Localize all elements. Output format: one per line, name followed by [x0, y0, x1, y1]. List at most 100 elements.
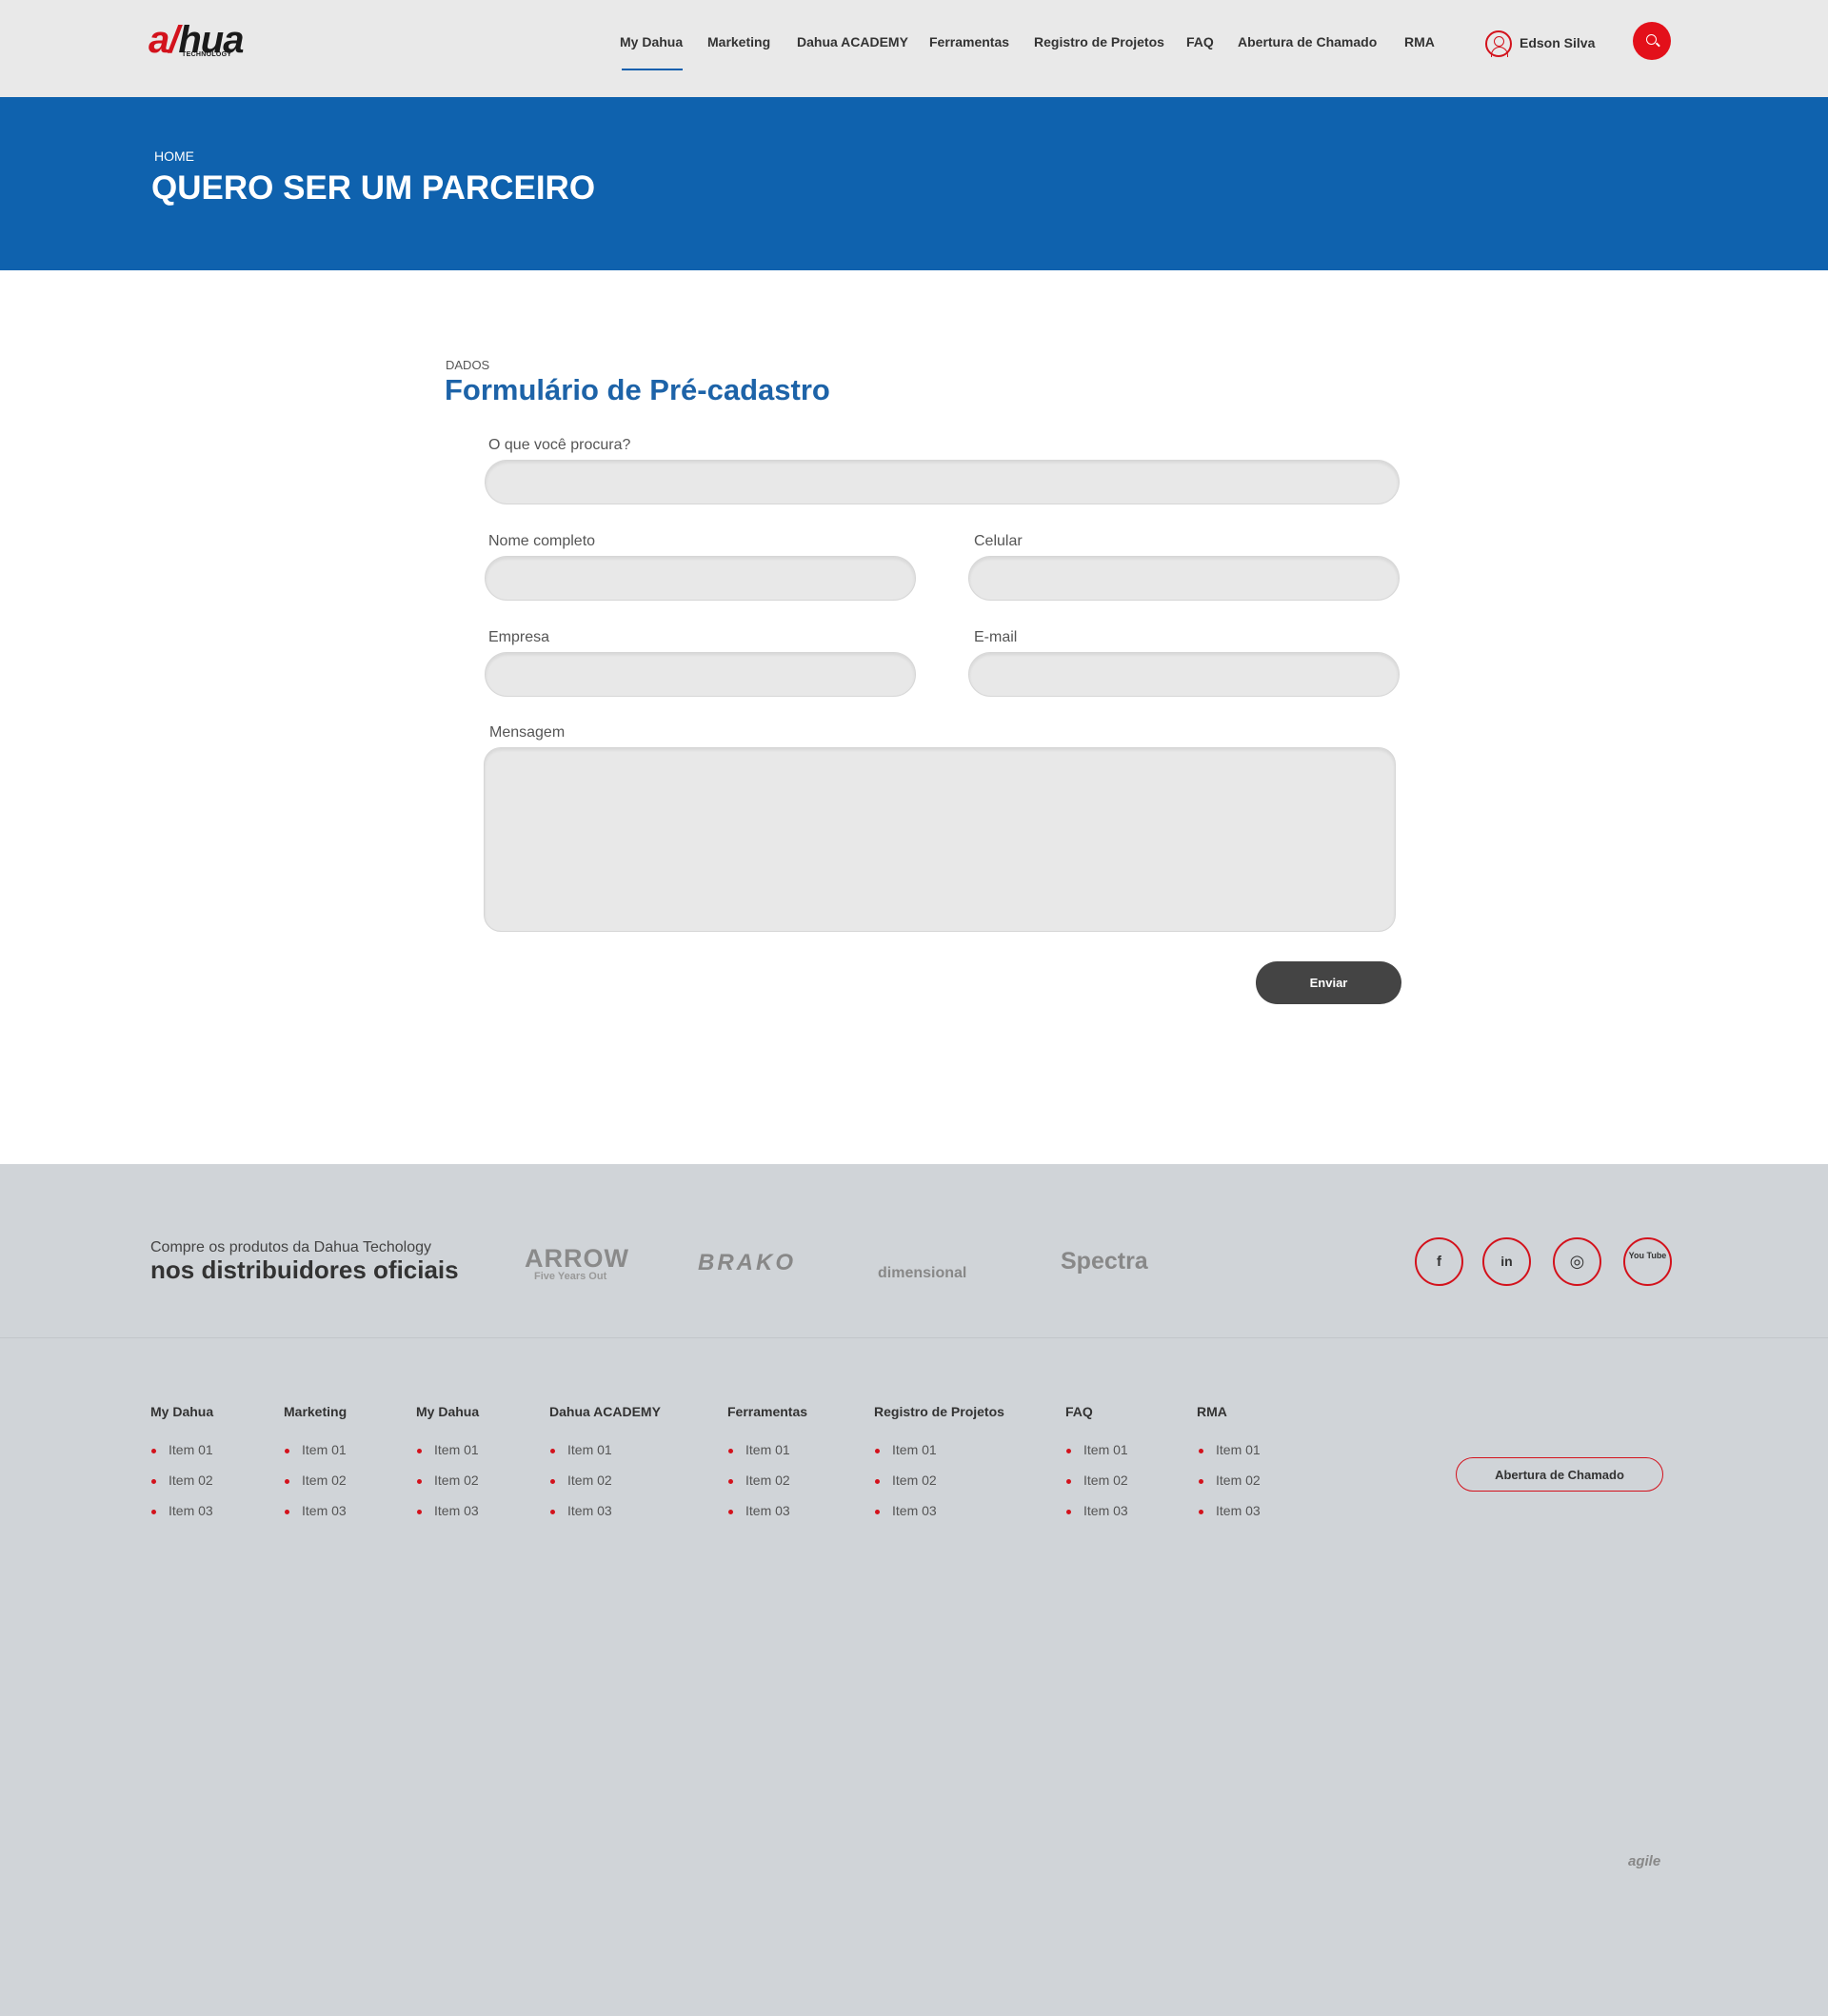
email-field[interactable] — [968, 652, 1400, 697]
bullet — [728, 1449, 733, 1453]
footer-link[interactable]: Item 01 — [745, 1442, 790, 1457]
partner-brako-logo[interactable]: BRAKO — [698, 1250, 796, 1276]
open-ticket-button[interactable]: Abertura de Chamado — [1456, 1457, 1663, 1492]
bullet — [875, 1479, 880, 1484]
bullet — [151, 1479, 156, 1484]
dahua-logo[interactable]: a/hua TECHNOLOGY — [149, 19, 276, 61]
footer-link[interactable]: Item 01 — [1216, 1442, 1261, 1457]
footer-col-title: Dahua ACADEMY — [549, 1404, 661, 1419]
bullet — [728, 1510, 733, 1514]
search-button[interactable] — [1633, 22, 1671, 60]
footer-link[interactable]: Item 01 — [567, 1442, 612, 1457]
email-label: E-mail — [974, 629, 1018, 645]
page-title: QUERO SER UM PARCEIRO — [151, 169, 596, 207]
footer-col-title: Registro de Projetos — [874, 1404, 1004, 1419]
name-field[interactable] — [485, 556, 916, 601]
footer-link[interactable]: Item 02 — [892, 1472, 937, 1488]
footer-link[interactable]: Item 02 — [434, 1472, 479, 1488]
facebook-icon[interactable]: f — [1415, 1237, 1463, 1286]
partner-spectra-logo[interactable]: Spectra — [1061, 1248, 1148, 1275]
footer-link[interactable]: Item 01 — [169, 1442, 213, 1457]
footer-link[interactable]: Item 03 — [567, 1503, 612, 1518]
footer-col-title: FAQ — [1065, 1404, 1093, 1419]
nav-faq[interactable]: FAQ — [1186, 34, 1214, 49]
bullet — [875, 1510, 880, 1514]
form-title: Formulário de Pré-cadastro — [445, 373, 830, 406]
bullet — [151, 1510, 156, 1514]
distributors-tagline: Compre os produtos da Dahua Techology — [150, 1239, 431, 1255]
footer-link[interactable]: Item 02 — [745, 1472, 790, 1488]
bullet — [1199, 1449, 1203, 1453]
company-label: Empresa — [488, 629, 550, 645]
footer-link[interactable]: Item 02 — [1216, 1472, 1261, 1488]
page-banner: HOME QUERO SER UM PARCEIRO — [0, 97, 1828, 270]
footer-link[interactable]: Item 03 — [434, 1503, 479, 1518]
footer-link[interactable]: Item 01 — [302, 1442, 347, 1457]
footer-link[interactable]: Item 01 — [892, 1442, 937, 1457]
bullet — [1066, 1479, 1071, 1484]
footer-link[interactable]: Item 02 — [302, 1472, 347, 1488]
search-field[interactable] — [485, 460, 1400, 504]
bullet — [285, 1510, 289, 1514]
logo-subtitle: TECHNOLOGY — [182, 51, 232, 58]
bullet — [728, 1479, 733, 1484]
footer-link[interactable]: Item 03 — [745, 1503, 790, 1518]
nav-marketing[interactable]: Marketing — [707, 34, 770, 49]
bullet — [417, 1479, 422, 1484]
bullet — [875, 1449, 880, 1453]
phone-label: Celular — [974, 533, 1023, 549]
company-field[interactable] — [485, 652, 916, 697]
breadcrumb-home[interactable]: HOME — [154, 148, 194, 164]
bullet — [1066, 1510, 1071, 1514]
bullet — [550, 1510, 555, 1514]
nav-dahua-academy[interactable]: Dahua ACADEMY — [797, 34, 908, 49]
name-label: Nome completo — [488, 533, 596, 549]
message-field[interactable] — [484, 747, 1396, 932]
nav-ferramentas[interactable]: Ferramentas — [929, 34, 1009, 49]
footer-link[interactable]: Item 03 — [1083, 1503, 1128, 1518]
footer-col-title: My Dahua — [150, 1404, 214, 1419]
footer-link[interactable]: Item 03 — [1216, 1503, 1261, 1518]
bullet — [151, 1449, 156, 1453]
search-label: O que você procura? — [488, 437, 631, 453]
partner-dimensional-logo[interactable]: dimensional — [878, 1265, 966, 1282]
bullet — [1066, 1449, 1071, 1453]
bullet — [285, 1449, 289, 1453]
message-label: Mensagem — [489, 724, 566, 741]
bullet — [417, 1510, 422, 1514]
footer-link[interactable]: Item 03 — [169, 1503, 213, 1518]
linkedin-icon[interactable]: in — [1482, 1237, 1531, 1286]
partner-arrow-tagline: Five Years Out — [534, 1271, 607, 1282]
footer-col-title: Ferramentas — [727, 1404, 808, 1419]
distributors-bar: Compre os produtos da Dahua Techology no… — [0, 1164, 1828, 1338]
instagram-icon[interactable]: ◎ — [1553, 1237, 1601, 1286]
bullet — [1199, 1510, 1203, 1514]
nav-abertura-de-chamado[interactable]: Abertura de Chamado — [1238, 34, 1377, 49]
nav-registro-de-projetos[interactable]: Registro de Projetos — [1034, 34, 1164, 49]
site-header: a/hua TECHNOLOGY My Dahua Marketing Dahu… — [0, 0, 1828, 97]
bullet — [1199, 1479, 1203, 1484]
submit-button[interactable]: Enviar — [1256, 961, 1401, 1004]
agency-credit-logo[interactable]: agile — [1628, 1853, 1660, 1869]
bullet — [550, 1479, 555, 1484]
footer-link[interactable]: Item 02 — [169, 1472, 213, 1488]
partner-arrow-name: ARROW — [525, 1244, 629, 1273]
bullet — [550, 1449, 555, 1453]
footer-link[interactable]: Item 03 — [892, 1503, 937, 1518]
bullet — [417, 1449, 422, 1453]
nav-my-dahua[interactable]: My Dahua — [620, 34, 683, 49]
phone-field[interactable] — [968, 556, 1400, 601]
footer-link[interactable]: Item 01 — [434, 1442, 479, 1457]
footer-link[interactable]: Item 02 — [1083, 1472, 1128, 1488]
active-nav-indicator — [622, 69, 683, 70]
bullet — [285, 1479, 289, 1484]
footer-link[interactable]: Item 01 — [1083, 1442, 1128, 1457]
main-content: DADOS Formulário de Pré-cadastro O que v… — [0, 270, 1828, 1164]
footer-col-title: RMA — [1197, 1404, 1227, 1419]
nav-rma[interactable]: RMA — [1404, 34, 1435, 49]
user-name: Edson Silva — [1520, 35, 1596, 50]
site-footer: My Dahua Item 01 Item 02 Item 03 Marketi… — [0, 1338, 1828, 2016]
youtube-icon[interactable]: You Tube — [1623, 1237, 1672, 1286]
footer-link[interactable]: Item 03 — [302, 1503, 347, 1518]
footer-link[interactable]: Item 02 — [567, 1472, 612, 1488]
